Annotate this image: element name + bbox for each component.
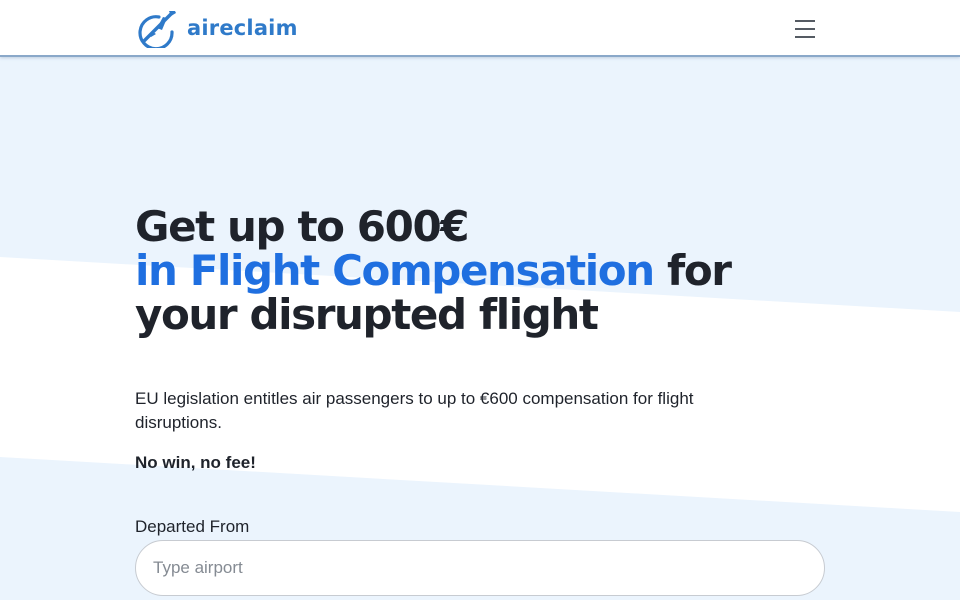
departed-from-input[interactable] [135, 540, 825, 596]
logo[interactable]: aireclaim [135, 8, 298, 48]
logo-text: aireclaim [187, 16, 298, 40]
site-header: aireclaim [0, 0, 960, 57]
hero-content: Get up to 600€ in Flight Compensation fo… [135, 57, 825, 600]
airplane-globe-icon [138, 11, 176, 48]
hero-description: EU legislation entitles air passengers t… [135, 389, 694, 432]
menu-line [795, 20, 815, 23]
page-title: Get up to 600€ in Flight Compensation fo… [135, 205, 825, 337]
menu-line [795, 28, 815, 30]
menu-line [795, 35, 815, 38]
headline-line1: Get up to 600€ [135, 202, 469, 251]
departed-from-label: Departed From [135, 517, 250, 536]
hamburger-menu-icon[interactable] [792, 17, 818, 41]
headline-accent: in Flight Compensation [135, 246, 655, 295]
hero-tagline: No win, no fee! [135, 453, 256, 472]
